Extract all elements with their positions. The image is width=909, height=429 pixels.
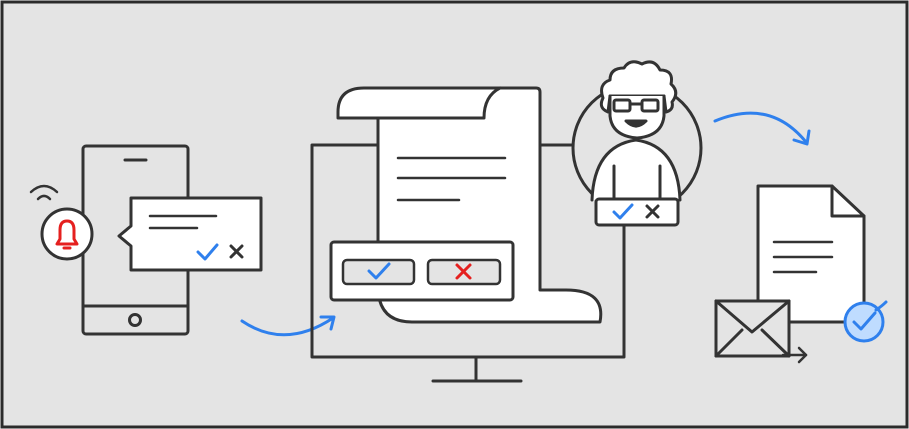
workflow-diagram bbox=[0, 0, 909, 429]
bell-badge bbox=[40, 207, 94, 261]
notification-bubble bbox=[117, 196, 263, 272]
approve-button[interactable] bbox=[341, 258, 416, 286]
workflow-illustration bbox=[0, 0, 909, 429]
avatar-face bbox=[608, 94, 666, 140]
avatar-smile bbox=[624, 119, 648, 128]
reviewer-decision-card bbox=[594, 197, 680, 227]
